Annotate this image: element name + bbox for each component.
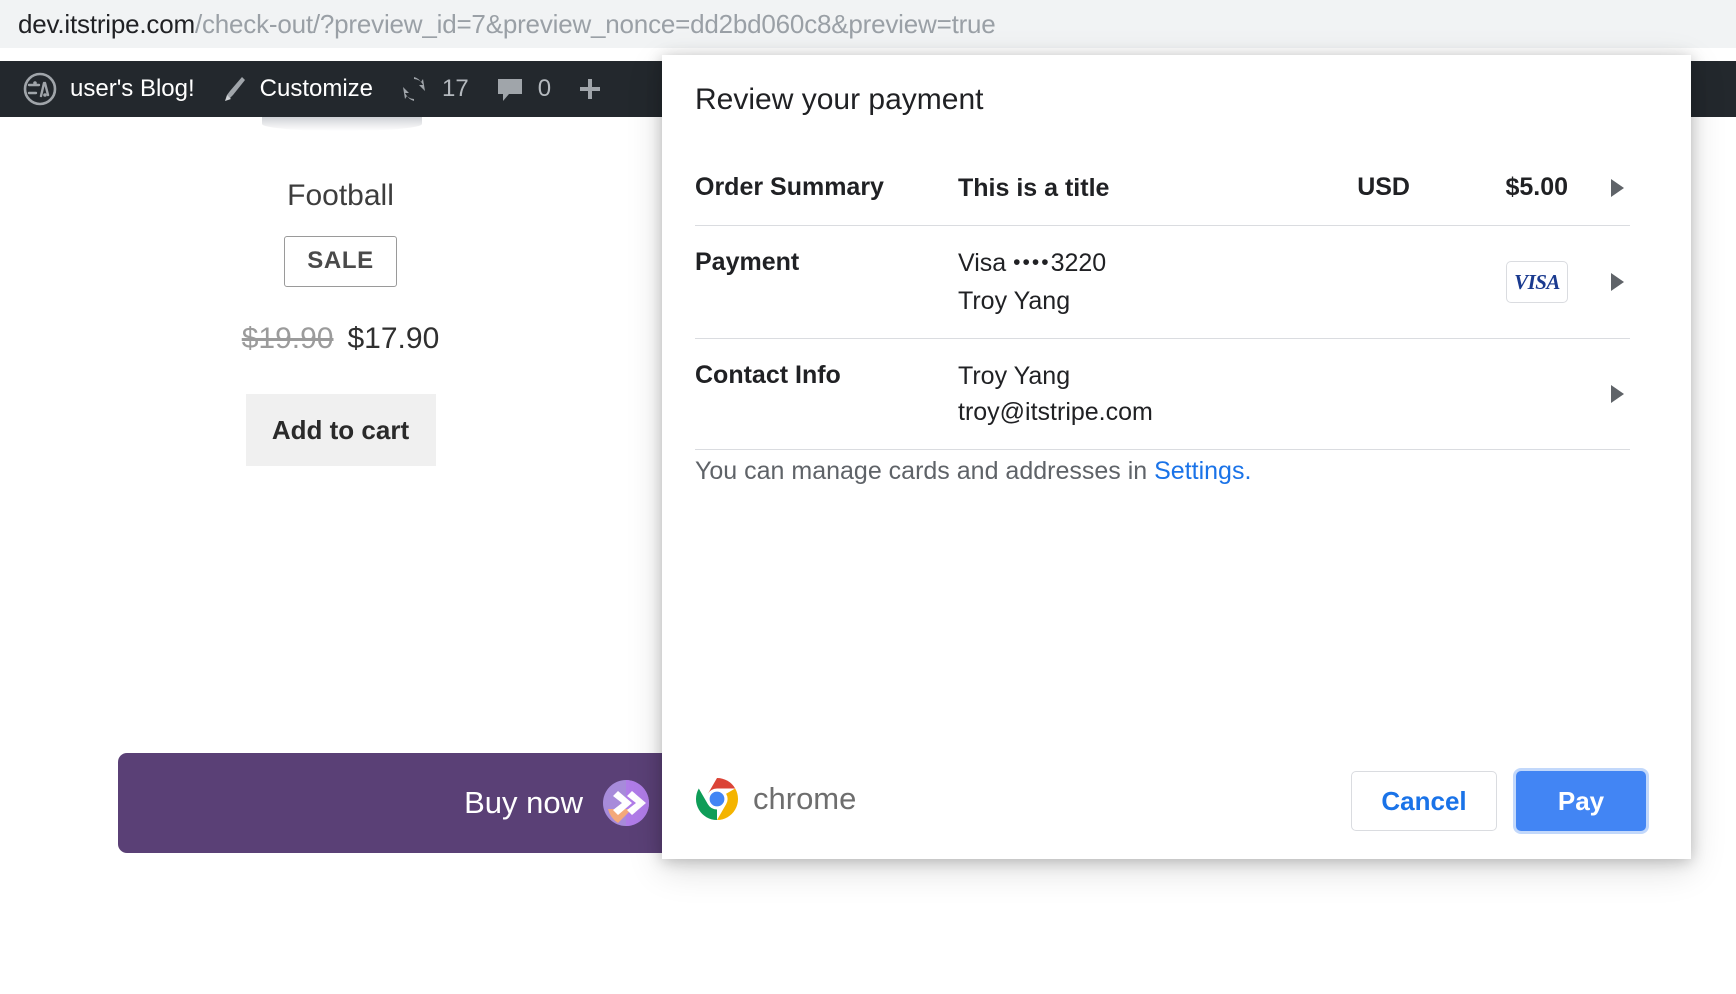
admin-bar-new-content[interactable] xyxy=(564,61,616,117)
order-summary-row[interactable]: Order Summary This is a title USD $5.00 xyxy=(695,159,1630,226)
order-summary-currency: USD xyxy=(1357,173,1410,201)
order-summary-amount: $5.00 xyxy=(1505,173,1568,201)
contact-info-details: Troy Yang troy@itstripe.com xyxy=(958,358,1568,430)
admin-bar-customize[interactable]: Customize xyxy=(208,61,386,117)
dialog-rows: Order Summary This is a title USD $5.00 … xyxy=(695,159,1630,450)
update-refresh-icon xyxy=(399,74,429,104)
sale-badge: SALE xyxy=(284,236,397,287)
chrome-brand-label: chrome xyxy=(753,781,857,816)
browser-url-bar[interactable]: dev.itstripe.com/check-out/?preview_id=7… xyxy=(0,0,1736,48)
manage-cards-text: You can manage cards and addresses in xyxy=(695,457,1148,485)
contact-info-expand[interactable] xyxy=(1604,385,1630,403)
payment-card-brand: Visa xyxy=(958,249,1007,277)
contact-info-row[interactable]: Contact Info Troy Yang troy@itstripe.com xyxy=(695,339,1630,450)
payment-card-last4: 3220 xyxy=(1050,249,1107,277)
product-card: Football SALE $19.90 $17.90 Add to cart xyxy=(118,177,563,466)
order-summary-title: This is a title xyxy=(958,170,1357,206)
admin-bar-updates[interactable]: 17 xyxy=(386,61,482,117)
admin-bar-site-name[interactable]: user's Blog! xyxy=(10,61,208,117)
pay-button[interactable]: Pay xyxy=(1516,771,1646,831)
payment-expand[interactable] xyxy=(1604,273,1630,291)
dialog-actions: Cancel Pay xyxy=(1351,771,1646,831)
brush-icon xyxy=(221,74,247,104)
url-host: dev.itstripe.com xyxy=(18,9,195,39)
chevron-right-icon xyxy=(1610,179,1624,197)
url-text: dev.itstripe.com/check-out/?preview_id=7… xyxy=(18,9,996,39)
contact-info-label: Contact Info xyxy=(695,361,841,389)
product-title: Football xyxy=(287,179,394,212)
contact-email: troy@itstripe.com xyxy=(958,398,1153,426)
plus-icon xyxy=(577,76,603,102)
wordpress-logo-icon xyxy=(23,72,57,106)
product-price-original: $19.90 xyxy=(241,322,334,355)
chrome-branding: chrome xyxy=(695,777,856,821)
buy-now-label: Buy now xyxy=(464,785,583,820)
payment-details: Visa ••••3220 Troy Yang xyxy=(958,245,1494,319)
admin-bar-updates-count: 17 xyxy=(442,75,469,102)
product-image-bottom-edge xyxy=(262,117,422,131)
buy-now-button[interactable]: Buy now xyxy=(118,753,678,853)
order-summary-label: Order Summary xyxy=(695,173,884,201)
payment-label: Payment xyxy=(695,248,800,276)
admin-bar-comments-count: 0 xyxy=(537,75,552,102)
browser-screen: dev.itstripe.com/check-out/?preview_id=7… xyxy=(0,0,1736,994)
buy-now-arrow-icon xyxy=(602,779,650,827)
visa-badge-label: VISA xyxy=(1514,269,1560,294)
review-payment-dialog: Review your payment Order Summary This i… xyxy=(662,55,1691,859)
chevron-right-icon xyxy=(1610,385,1624,403)
product-price-row: $19.90 $17.90 xyxy=(118,322,563,356)
manage-cards-note: You can manage cards and addresses in Se… xyxy=(695,455,1251,487)
add-to-cart-button[interactable]: Add to cart xyxy=(245,394,436,466)
settings-link[interactable]: Settings. xyxy=(1154,457,1251,485)
cancel-button[interactable]: Cancel xyxy=(1351,771,1497,831)
url-path: /check-out/?preview_id=7&preview_nonce=d… xyxy=(194,9,996,39)
chrome-logo-icon xyxy=(695,777,739,821)
comment-bubble-icon xyxy=(495,74,525,104)
product-price-sale: $17.90 xyxy=(347,322,440,355)
payment-cardholder-name: Troy Yang xyxy=(958,287,1071,315)
admin-bar-comments[interactable]: 0 xyxy=(482,61,564,117)
payment-row[interactable]: Payment Visa ••••3220 Troy Yang VISA xyxy=(695,226,1630,339)
payment-card-mask: •••• xyxy=(1013,251,1051,274)
order-summary-title-text: This is a title xyxy=(958,174,1110,202)
order-summary-expand[interactable] xyxy=(1604,179,1630,197)
dialog-title: Review your payment xyxy=(695,83,984,116)
admin-bar-site-label: user's Blog! xyxy=(70,75,195,102)
chevron-right-icon xyxy=(1610,273,1624,291)
dialog-footer: chrome Cancel Pay xyxy=(662,741,1691,859)
contact-name: Troy Yang xyxy=(958,362,1071,390)
admin-bar-customize-label: Customize xyxy=(259,75,374,102)
visa-card-badge-icon: VISA xyxy=(1506,261,1568,303)
